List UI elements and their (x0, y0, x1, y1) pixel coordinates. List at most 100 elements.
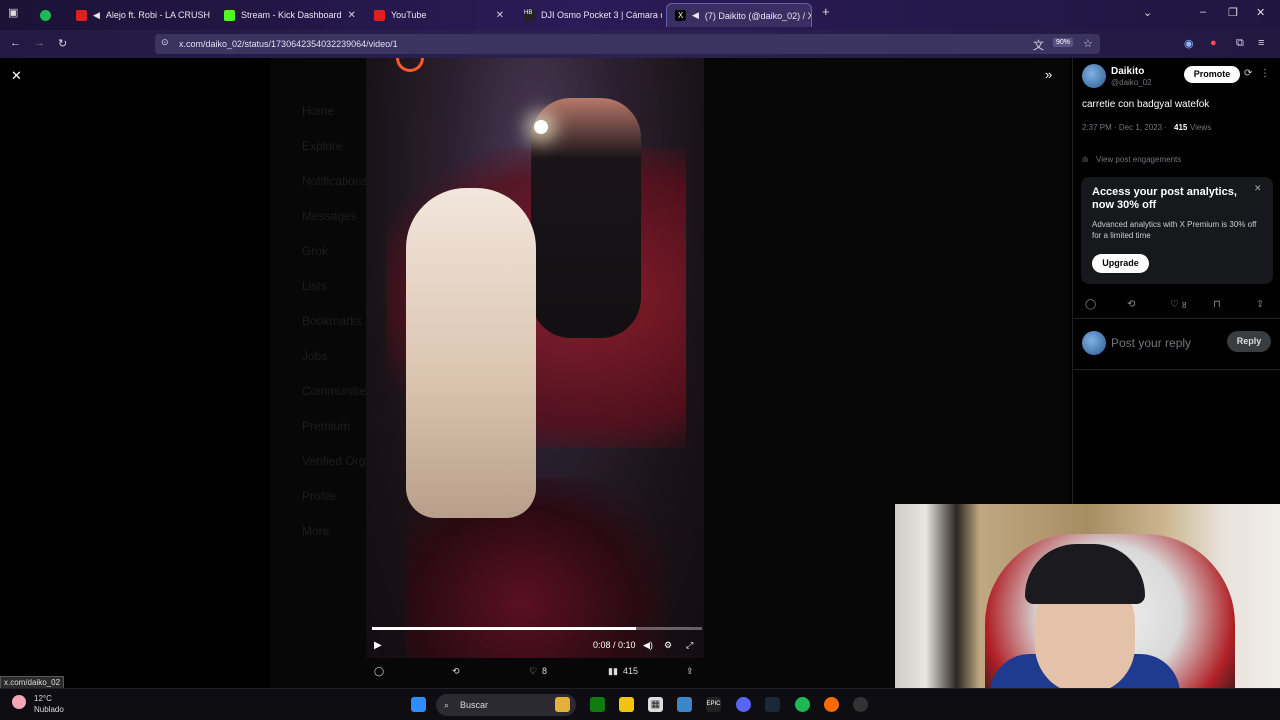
grok-icon[interactable]: ⟳ (1244, 68, 1252, 79)
video-frame-scene (531, 98, 641, 338)
tab-spotify[interactable] (32, 3, 62, 27)
ghost-nav-item: Communities (302, 384, 373, 398)
sunflower-icon[interactable] (555, 697, 570, 712)
new-tab-icon[interactable]: + (822, 4, 830, 19)
zoom-level[interactable]: 90% (1053, 38, 1074, 47)
tab-youtube-music[interactable]: ◀ Alejo ft. Robi - LA CRUSH ( ✕ (68, 3, 210, 27)
windows-start-icon[interactable] (411, 697, 426, 712)
minimize-icon[interactable]: – (1200, 6, 1206, 18)
video-post-actions: ◯ ⟲ ♡ 8 ▮▮ 415 ⇪ (366, 662, 704, 684)
tab-overview-icon[interactable]: ▣ (8, 6, 18, 19)
youtube-icon (374, 9, 385, 21)
close-tab-icon[interactable]: ✕ (496, 10, 504, 21)
menu-icon[interactable]: ≡ (1258, 37, 1264, 49)
tab-label: YouTube (391, 10, 427, 20)
xbox-icon[interactable] (590, 697, 605, 712)
like-icon[interactable]: ♡ (529, 666, 537, 677)
ghost-nav-item: Messages (302, 209, 357, 223)
maximize-icon[interactable]: ❐ (1228, 6, 1238, 19)
translate-icon[interactable]: 文 (1033, 37, 1044, 53)
like-count: 8 (542, 666, 548, 676)
tab-x-daikito[interactable]: X ◀ (7) Daikito (@daiko_02) / X ✕ (666, 3, 812, 27)
post-timestamp[interactable]: 2:37 PM · Dec 1, 2023 · (1082, 123, 1167, 132)
video-progress-bar[interactable] (372, 627, 702, 630)
promote-button[interactable]: Promote (1184, 66, 1240, 83)
divider (1073, 318, 1280, 319)
reply-input[interactable]: Post your reply (1111, 336, 1191, 350)
search-label: Buscar (460, 700, 489, 710)
tab-dji-osmo[interactable]: HB DJI Osmo Pocket 3 | Cámara de ✕ (516, 3, 662, 27)
steam-icon[interactable] (765, 697, 780, 712)
forward-icon[interactable]: → (34, 37, 45, 49)
bookmark-icon[interactable]: ⊓ (1213, 299, 1221, 310)
youtube-icon (76, 9, 87, 21)
author-name[interactable]: Daikito (1111, 66, 1144, 77)
reply-icon[interactable]: ◯ (374, 666, 384, 677)
spotify-icon (40, 9, 51, 21)
video-player[interactable] (366, 58, 704, 658)
video-frame-scene (534, 120, 548, 134)
site-info-icon[interactable]: ⊙ (161, 37, 169, 48)
repost-icon[interactable]: ⟲ (452, 666, 460, 677)
reload-icon[interactable]: ↻ (58, 37, 67, 50)
app-icon[interactable] (677, 697, 692, 712)
ghost-nav-item: More (302, 524, 330, 538)
speaker-icon: ◀ (692, 10, 699, 20)
browser-tab-strip: ▣ ◀ Alejo ft. Robi - LA CRUSH ( ✕ Stream… (0, 0, 1280, 30)
promo-body: Advanced analytics with X Premium is 30%… (1092, 220, 1257, 240)
epic-games-icon[interactable]: EPIC (706, 697, 721, 712)
ghost-nav-item: Home (302, 104, 335, 118)
share-icon[interactable]: ⇪ (1256, 299, 1264, 310)
premium-promo-card: Access your post analytics, now 30% off … (1081, 177, 1273, 284)
video-controls: ▶ 0:08 / 0:10 ◀) ⚙ ⤢ (366, 636, 704, 656)
close-window-icon[interactable]: ✕ (1256, 6, 1265, 19)
extension-icon[interactable]: ● (1210, 37, 1217, 49)
like-icon[interactable]: ♡ (1170, 299, 1179, 310)
expand-panel-icon[interactable]: » (1045, 67, 1052, 82)
extensions-icon[interactable]: ⧉ (1236, 37, 1244, 50)
firefox-icon[interactable] (824, 697, 839, 712)
upgrade-button[interactable]: Upgrade (1092, 254, 1149, 273)
settings-gear-icon[interactable]: ⚙ (664, 640, 672, 651)
tab-youtube[interactable]: YouTube ✕ (366, 3, 512, 27)
extension-icon[interactable]: ◉ (1184, 37, 1194, 50)
avatar[interactable] (1082, 64, 1106, 88)
ghost-nav-item: Bookmarks (302, 314, 363, 328)
app-icon[interactable] (853, 697, 868, 712)
ghost-nav-item: Premium (302, 419, 351, 433)
reply-button[interactable]: Reply (1227, 331, 1271, 352)
share-icon[interactable]: ⇪ (686, 666, 694, 677)
views-count: 415 (623, 666, 639, 676)
analytics-icon: ılı (1082, 155, 1089, 164)
fullscreen-icon[interactable]: ⤢ (686, 640, 693, 651)
discord-icon[interactable] (736, 697, 751, 712)
weather-condition: Nublado (34, 705, 64, 714)
close-media-icon[interactable]: ✕ (11, 68, 22, 84)
close-tab-icon[interactable]: ✕ (348, 10, 356, 21)
tab-kick-dashboard[interactable]: Stream - Kick Dashboard ✕ (216, 3, 362, 27)
file-explorer-icon[interactable] (619, 697, 634, 712)
volume-icon[interactable]: ◀) (643, 640, 653, 651)
video-time: 0:08 / 0:10 (593, 640, 636, 650)
bookmark-star-icon[interactable]: ☆ (1083, 37, 1093, 50)
play-icon[interactable]: ▶ (374, 640, 382, 651)
back-icon[interactable]: ← (10, 37, 21, 49)
more-options-icon[interactable]: ⋮ (1260, 68, 1270, 79)
ghost-nav-item: Lists (302, 279, 327, 293)
tab-list-chevron-icon[interactable]: ⌄ (1143, 6, 1152, 19)
tab-label: Alejo ft. Robi - LA CRUSH ( (105, 10, 210, 20)
store-icon[interactable]: ▦ (648, 697, 663, 712)
author-handle[interactable]: @daiko_02 (1111, 78, 1152, 87)
reply-avatar (1082, 331, 1106, 355)
spotify-icon[interactable] (795, 697, 810, 712)
ghost-nav-item: Verified Orgs (302, 454, 372, 468)
search-icon: ⌕ (444, 700, 450, 710)
browser-nav-bar: ← → ↻ ⊙ x.com/daiko_02/status/1730642354… (0, 30, 1280, 58)
repost-icon[interactable]: ⟲ (1127, 299, 1135, 310)
address-bar[interactable]: ⊙ x.com/daiko_02/status/1730642354032239… (155, 34, 1100, 54)
weather-widget[interactable]: 12°C Nublado (12, 693, 64, 715)
views-chart-icon[interactable]: ▮▮ (608, 666, 618, 677)
close-promo-icon[interactable]: ✕ (1254, 183, 1262, 194)
view-engagements-link[interactable]: View post engagements (1096, 155, 1181, 164)
reply-icon[interactable]: ◯ (1085, 299, 1096, 310)
